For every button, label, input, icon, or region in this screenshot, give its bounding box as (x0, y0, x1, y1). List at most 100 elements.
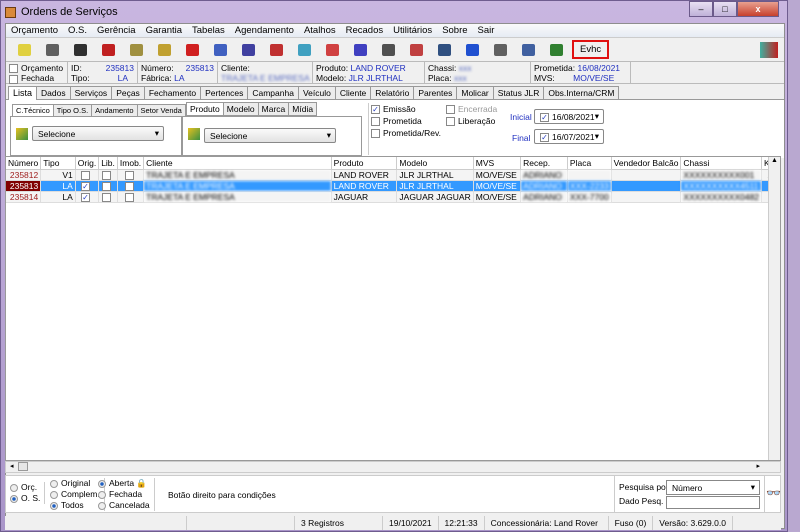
subtab-setorvenda[interactable]: Setor Venda (136, 104, 186, 117)
column-header[interactable]: Chassi (680, 157, 763, 170)
column-header[interactable]: Recep. (520, 157, 568, 170)
evhc-button[interactable]: Evhc (572, 40, 610, 59)
new-doc-button[interactable] (10, 40, 38, 60)
menu-item-os[interactable]: O.S. (63, 24, 92, 37)
tecnico-select[interactable]: Selecione (32, 126, 164, 141)
subtab-tipoos[interactable]: Tipo O.S. (52, 104, 93, 117)
emissao-checkbox[interactable]: ✓ (371, 105, 380, 115)
lib-checkbox[interactable] (102, 193, 112, 202)
tab-obsinternacrm[interactable]: Obs.Interna/CRM (543, 86, 620, 99)
tab-dados[interactable]: Dados (36, 86, 71, 99)
subtab-modelo[interactable]: Modelo (222, 102, 259, 116)
subtab-ctcnico[interactable]: C.Técnico (12, 104, 54, 117)
thumbs-up-button[interactable] (150, 40, 178, 60)
tab-campanha[interactable]: Campanha (247, 86, 299, 99)
menu-item-gerncia[interactable]: Gerência (92, 24, 141, 37)
orcamento-checkbox[interactable] (9, 64, 18, 74)
scroll-thumb[interactable] (17, 462, 28, 471)
tab-servios[interactable]: Serviços (69, 86, 113, 99)
column-header[interactable]: Modelo (396, 157, 474, 170)
prometida-checkbox[interactable] (371, 117, 380, 127)
folder-car-button[interactable] (206, 40, 234, 60)
notebook-button[interactable] (262, 40, 290, 60)
os-radio[interactable]: O. S. (10, 493, 40, 504)
menu-item-tabelas[interactable]: Tabelas (187, 24, 230, 37)
tools-button[interactable] (122, 40, 150, 60)
table-row[interactable]: 235814 LA ✓ TRAJETA E EMPRESA JAGUAR JAGUAR J… (6, 191, 780, 204)
tab-veculo[interactable]: Veículo (297, 86, 336, 99)
column-header[interactable]: Vendedor Balcão (611, 157, 682, 170)
menu-item-oramento[interactable]: Orçamento (6, 24, 63, 37)
imob-checkbox[interactable] (124, 182, 134, 191)
complem-radio[interactable]: Complem. (50, 489, 100, 500)
orig-checkbox[interactable]: ✓ (80, 193, 90, 202)
orc-radio[interactable]: Orç. (10, 482, 40, 493)
prometida-rev-checkbox[interactable] (371, 129, 380, 139)
fechada-radio[interactable]: Fechada (98, 489, 150, 500)
column-header[interactable]: Produto (331, 157, 398, 170)
menu-item-recados[interactable]: Recados (341, 24, 389, 37)
maximize-button[interactable]: □ (713, 1, 737, 17)
pesquisa-select[interactable]: Número (666, 480, 760, 495)
tab-molicar[interactable]: Molicar (456, 86, 494, 99)
road-sign-button[interactable] (178, 40, 206, 60)
subtab-marca[interactable]: Marca (257, 102, 290, 116)
tab-relatrio[interactable]: Relatório (370, 86, 415, 99)
tab-statusjlr[interactable]: Status JLR (492, 86, 545, 99)
menu-item-garantia[interactable]: Garantia (141, 24, 187, 37)
final-date-picker[interactable]: ✓ 16/07/2021 (534, 129, 604, 144)
lib-checkbox[interactable] (102, 182, 112, 191)
book-button[interactable] (290, 40, 318, 60)
dado-pesq-input[interactable] (666, 496, 760, 509)
inicial-date-picker[interactable]: ✓ 16/08/2021 (534, 109, 604, 124)
table-row[interactable]: 235813 LA ✓ TRAJETA E EMPRESA LAND ROVER JLR … (6, 180, 780, 193)
network-button[interactable] (458, 40, 486, 60)
orig-checkbox[interactable]: ✓ (80, 182, 90, 191)
subtab-produto[interactable]: Produto (186, 102, 224, 116)
eraser-button[interactable] (346, 40, 374, 60)
column-header[interactable]: Tipo (40, 157, 76, 170)
column-header[interactable]: Cliente (143, 157, 332, 170)
vertical-scrollbar[interactable]: ▲ (768, 157, 780, 460)
ambulance-button[interactable] (318, 40, 346, 60)
column-header[interactable]: Imob. (117, 157, 145, 170)
column-header[interactable]: Orig. (75, 157, 100, 170)
table-row[interactable]: 235812 V1 TRAJETA E EMPRESA LAND ROVER JLR J… (6, 169, 780, 181)
search-binoculars-button[interactable]: 👓 (764, 476, 782, 512)
close-button[interactable]: x (737, 1, 779, 17)
menu-item-sair[interactable]: Sair (473, 24, 500, 37)
printer-button[interactable] (374, 40, 402, 60)
horizontal-scrollbar[interactable]: ◂ ▸ (5, 461, 781, 473)
imob-checkbox[interactable] (124, 170, 134, 180)
subtab-andamento[interactable]: Andamento (91, 104, 138, 117)
column-header[interactable]: Lib. (98, 157, 118, 170)
exit-button[interactable] (760, 41, 778, 58)
imob-checkbox[interactable] (124, 193, 134, 202)
transfer-button[interactable] (514, 40, 542, 60)
stopwatch-button[interactable] (66, 40, 94, 60)
menu-item-sobre[interactable]: Sobre (437, 24, 472, 37)
tab-fechamento[interactable]: Fechamento (143, 86, 202, 99)
lib-checkbox[interactable] (102, 170, 112, 180)
menu-item-atalhos[interactable]: Atalhos (299, 24, 341, 37)
screen-save-button[interactable] (430, 40, 458, 60)
encerrada-checkbox[interactable] (446, 105, 455, 115)
tab-lista[interactable]: Lista (8, 86, 38, 101)
car-button[interactable] (94, 40, 122, 60)
cancelada-radio[interactable]: Cancelada (98, 500, 150, 511)
minimize-button[interactable]: – (689, 1, 713, 17)
liberacao-checkbox[interactable] (446, 117, 455, 127)
column-header[interactable]: Número (6, 157, 42, 170)
column-header[interactable]: Placa (567, 157, 612, 170)
original-radio[interactable]: Original (50, 478, 100, 489)
orig-checkbox[interactable] (80, 170, 90, 180)
monitor-button[interactable] (402, 40, 430, 60)
disk-button[interactable] (486, 40, 514, 60)
aberta-radio[interactable]: Aberta 🔒 (98, 478, 150, 489)
calculator-button[interactable] (38, 40, 66, 60)
fechada-checkbox[interactable] (9, 74, 18, 84)
tab-peas[interactable]: Peças (111, 86, 145, 99)
people-button[interactable] (234, 40, 262, 60)
tab-parentes[interactable]: Parentes (413, 86, 458, 99)
subtab-mdia[interactable]: Mídia (288, 102, 318, 116)
